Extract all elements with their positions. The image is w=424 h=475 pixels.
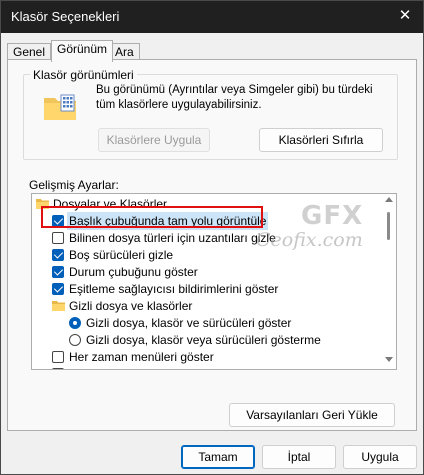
ok-button[interactable]: Tamam <box>181 445 255 469</box>
folder-icon <box>52 301 65 311</box>
apply-button[interactable]: Uygula <box>343 445 417 469</box>
close-button[interactable]: ✕ <box>393 5 417 27</box>
tree-item-label: Eşitleme sağlayıcısı bildirimlerini göst… <box>69 282 279 296</box>
tree-item-label: Gizli dosya, klasör veya sürücüleri göst… <box>86 333 321 347</box>
checkbox-checked[interactable] <box>52 283 64 295</box>
folder-views-title: Klasör görünümleri <box>30 68 137 82</box>
checkbox-checked[interactable] <box>52 266 64 278</box>
cancel-button[interactable]: İptal <box>262 445 336 469</box>
checkbox-unchecked[interactable] <box>52 368 64 369</box>
tree-item-label: Her zaman simge göster, küçük resim göst… <box>69 365 323 369</box>
tab-view[interactable]: Görünüm <box>51 40 114 62</box>
tree-scrollbar[interactable] <box>382 194 396 369</box>
scroll-down-icon[interactable] <box>385 357 393 362</box>
tree-item-label: Boş sürücüleri gizle <box>69 248 174 262</box>
tree-item-label: Gizli dosya, klasör ve sürücüleri göster <box>86 316 292 330</box>
folder-views-description: Bu görünümü (Ayrıntılar veya Simgeler gi… <box>96 84 373 111</box>
tree-item-label: Bilinen dosya türleri için uzantıları gi… <box>69 231 276 245</box>
tree-item-label: Her zaman menüleri göster <box>69 350 214 364</box>
reset-folders-button[interactable]: Klasörleri Sıfırla <box>259 128 383 152</box>
radio-unselected[interactable] <box>69 334 81 346</box>
radio-selected[interactable] <box>69 317 81 329</box>
checkbox-unchecked[interactable] <box>52 351 64 363</box>
title-bar[interactable]: Klasör Seçenekleri ✕ <box>1 1 423 33</box>
tree-item-label: Durum çubuğunu göster <box>69 265 198 279</box>
highlight-annotation <box>41 206 263 228</box>
checkbox-checked[interactable] <box>52 249 64 261</box>
folder-views-icon <box>44 94 76 120</box>
tree-item-label: Gizli dosya ve klasörler <box>69 299 193 313</box>
folder-options-window: Klasör Seçenekleri ✕ Genel Görünüm Ara K… <box>0 0 424 475</box>
apply-to-folders-button[interactable]: Klasörlere Uygula <box>98 128 210 152</box>
scroll-up-icon[interactable] <box>385 197 393 202</box>
advanced-settings-label: Gelişmiş Ayarlar: <box>29 178 119 192</box>
window-title: Klasör Seçenekleri <box>11 9 120 24</box>
checkbox-unchecked[interactable] <box>52 232 64 244</box>
restore-defaults-button[interactable]: Varsayılanları Geri Yükle <box>229 403 395 427</box>
scroll-thumb[interactable] <box>387 212 390 240</box>
